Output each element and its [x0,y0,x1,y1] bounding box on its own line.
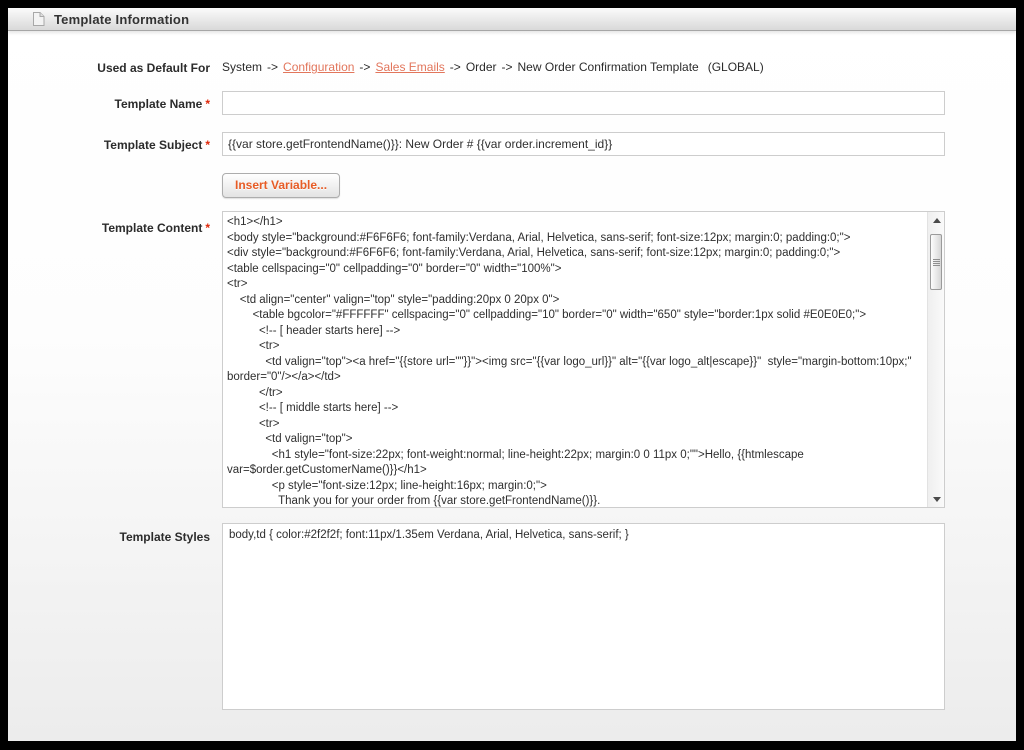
breadcrumb-separator: -> [502,60,513,74]
panel-title: Template Information [54,12,189,27]
template-name-input[interactable] [222,91,945,115]
template-styles-label: Template Styles [8,530,210,545]
template-subject-label: Template Subject* [8,138,210,153]
breadcrumb-link-configuration[interactable]: Configuration [283,60,354,74]
breadcrumb-separator: -> [359,60,370,74]
breadcrumb: System -> Configuration -> Sales Emails … [222,60,945,74]
required-asterisk: * [205,221,210,235]
breadcrumb-separator: -> [267,60,278,74]
page: { "panel": { "title": "Template Informat… [0,0,1024,750]
breadcrumb-item-order: Order [466,60,497,74]
required-asterisk: * [205,138,210,152]
template-subject-field-wrap [222,132,945,156]
template-subject-label-text: Template Subject [104,138,202,152]
triangle-up-icon [933,218,941,223]
template-styles-label-text: Template Styles [120,530,210,544]
breadcrumb-separator: -> [450,60,461,74]
content-scrollbar-thumb[interactable] [930,234,942,290]
template-subject-input[interactable] [222,132,945,156]
scroll-up-button[interactable] [928,212,945,228]
used-as-default-label-text: Used as Default For [97,61,210,75]
triangle-down-icon [933,497,941,502]
template-content-textarea[interactable]: <h1></h1> <body style="background:#F6F6F… [223,212,927,507]
scrollbar-grip-icon [933,259,940,266]
template-name-label-text: Template Name [115,97,203,111]
scroll-down-button[interactable] [928,491,945,507]
scope-badge: (GLOBAL) [708,60,764,74]
template-name-label: Template Name* [8,97,210,112]
content-scrollbar[interactable] [927,212,944,507]
template-name-field-wrap [222,91,945,115]
breadcrumb-link-sales-emails[interactable]: Sales Emails [375,60,444,74]
template-content-label-text: Template Content [102,221,202,235]
insert-variable-wrap: Insert Variable... [222,173,945,198]
insert-variable-button[interactable]: Insert Variable... [222,173,340,198]
used-as-default-label: Used as Default For [8,61,210,76]
document-icon [32,12,45,26]
breadcrumb-item-template: New Order Confirmation Template [518,60,699,74]
template-content-box: <h1></h1> <body style="background:#F6F6F… [222,211,945,508]
template-styles-textarea[interactable]: body,td { color:#2f2f2f; font:11px/1.35e… [222,523,945,710]
template-content-label: Template Content* [8,221,210,236]
breadcrumb-item-system: System [222,60,262,74]
panel-header: Template Information [8,8,1016,31]
template-information-panel: Template Information Used as Default For… [8,8,1016,741]
required-asterisk: * [205,97,210,111]
